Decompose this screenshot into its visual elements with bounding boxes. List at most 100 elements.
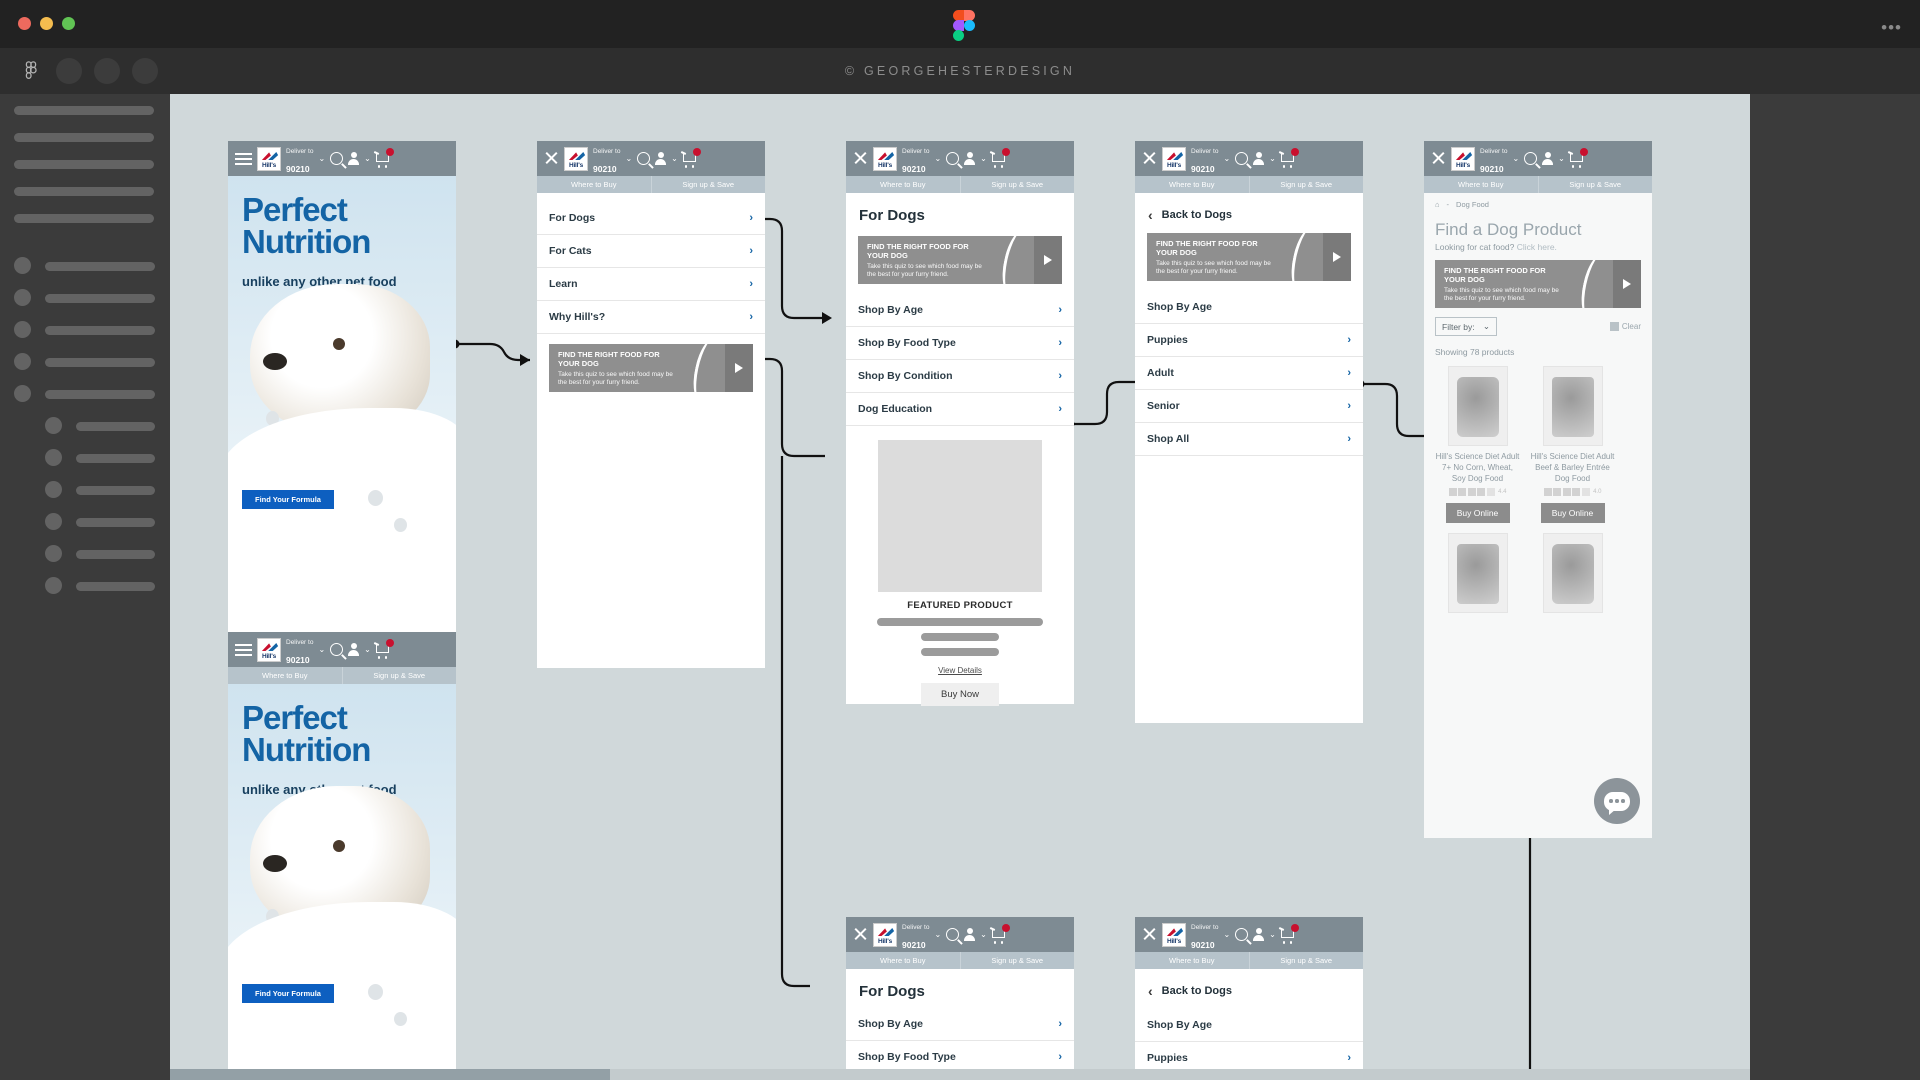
sign-up-save-tab[interactable]: Sign up & Save: [343, 667, 457, 684]
hills-logo[interactable]: Hill's: [1451, 146, 1475, 171]
clear-filters-button[interactable]: Clear: [1609, 322, 1641, 331]
deliver-to[interactable]: Deliver to 90210: [1191, 916, 1218, 953]
deliver-to[interactable]: Deliver to 90210: [286, 140, 313, 177]
menu-item-shop-by-food-type[interactable]: Shop By Food Type ›: [846, 327, 1074, 360]
frame-homepage[interactable]: Hill's Deliver to 90210 ⌄ ⌄ Perfect Nutri…: [228, 141, 456, 646]
layers-sidebar[interactable]: [0, 94, 170, 1080]
buy-online-button[interactable]: Buy Online: [1445, 503, 1510, 524]
product-card[interactable]: Hill's Science Diet Adult 7+ No Corn, Wh…: [1435, 366, 1520, 524]
menu-item-why-hills[interactable]: Why Hill's? ›: [537, 301, 765, 334]
cart-icon[interactable]: [373, 638, 394, 659]
figma-canvas[interactable]: Hill's Deliver to 90210 ⌄ ⌄ Perfect Nutri…: [170, 94, 1750, 1080]
close-icon[interactable]: [853, 151, 868, 166]
close-window-button[interactable]: [18, 17, 31, 30]
search-icon[interactable]: [330, 152, 344, 165]
frame-homepage-duplicate[interactable]: Hill's Deliver to 90210 ⌄ ⌄ Where to Buy…: [228, 632, 456, 1080]
where-to-buy-tab[interactable]: Where to Buy: [537, 176, 652, 193]
cart-icon[interactable]: [1567, 147, 1588, 168]
hamburger-icon[interactable]: [235, 152, 252, 165]
horizontal-scrollbar-thumb[interactable]: [170, 1069, 610, 1080]
where-to-buy-tab[interactable]: Where to Buy: [1424, 176, 1539, 193]
sub-navigation[interactable]: Where to Buy Sign up & Save: [846, 952, 1074, 969]
back-to-dogs-button[interactable]: ‹ Back to Dogs: [1135, 193, 1363, 233]
deliver-to[interactable]: Deliver to 90210: [593, 140, 620, 177]
menu-item-shop-all[interactable]: Shop All ›: [1135, 423, 1363, 456]
chevron-down-icon[interactable]: ⌄: [318, 645, 325, 654]
chevron-down-icon[interactable]: ⌄: [1223, 930, 1230, 939]
quiz-banner[interactable]: FIND THE RIGHT FOOD FOR YOUR DOG Take th…: [858, 236, 1062, 284]
sign-up-save-tab[interactable]: Sign up & Save: [961, 952, 1075, 969]
deliver-to[interactable]: Deliver to 90210: [902, 140, 929, 177]
sub-navigation[interactable]: Where to Buy Sign up & Save: [1424, 176, 1652, 193]
where-to-buy-tab[interactable]: Where to Buy: [846, 176, 961, 193]
menu-item-adult[interactable]: Adult ›: [1135, 357, 1363, 390]
search-icon[interactable]: [1524, 152, 1538, 165]
menu-item-for-cats[interactable]: For Cats ›: [537, 235, 765, 268]
deliver-to[interactable]: Deliver to 90210: [286, 631, 313, 668]
home-icon[interactable]: ⌂: [1435, 200, 1440, 209]
sub-navigation[interactable]: Where to Buy Sign up & Save: [846, 176, 1074, 193]
close-icon[interactable]: [1142, 927, 1157, 942]
click-here-link[interactable]: Click here.: [1517, 242, 1557, 252]
sub-navigation[interactable]: Where to Buy Sign up & Save: [1135, 952, 1363, 969]
window-controls[interactable]: [18, 17, 75, 30]
chevron-down-icon[interactable]: ⌄: [934, 930, 941, 939]
breadcrumb[interactable]: ⌂ - Dog Food: [1424, 193, 1652, 216]
chevron-down-icon[interactable]: ⌄: [625, 154, 632, 163]
sign-up-save-tab[interactable]: Sign up & Save: [652, 176, 766, 193]
menu-item-senior[interactable]: Senior ›: [1135, 390, 1363, 423]
cart-icon[interactable]: [989, 923, 1010, 944]
account-icon[interactable]: [1253, 152, 1265, 165]
close-icon[interactable]: [853, 927, 868, 942]
cart-icon[interactable]: [373, 147, 394, 168]
menu-item-learn[interactable]: Learn ›: [537, 268, 765, 301]
frame-for-dogs[interactable]: Hill's Deliver to 90210 ⌄ ⌄ Where to Buy…: [846, 140, 1074, 706]
frame-product-listing[interactable]: Hill's Deliver to 90210 ⌄ ⌄ Where to Buy…: [1424, 141, 1652, 838]
sign-up-save-tab[interactable]: Sign up & Save: [1539, 176, 1653, 193]
menu-item-puppies[interactable]: Puppies ›: [1135, 324, 1363, 357]
chevron-down-icon[interactable]: ⌄: [1269, 930, 1276, 939]
account-icon[interactable]: [348, 643, 360, 656]
hills-logo[interactable]: Hill's: [873, 922, 897, 947]
search-icon[interactable]: [1235, 152, 1249, 165]
hills-logo[interactable]: Hill's: [1162, 922, 1186, 947]
search-icon[interactable]: [946, 928, 960, 941]
chevron-down-icon[interactable]: ⌄: [364, 154, 371, 163]
search-icon[interactable]: [1235, 928, 1249, 941]
hills-logo[interactable]: Hill's: [873, 146, 897, 171]
close-icon[interactable]: [1431, 151, 1446, 166]
chevron-down-icon[interactable]: ⌄: [1223, 154, 1230, 163]
minimize-window-button[interactable]: [40, 17, 53, 30]
account-icon[interactable]: [964, 928, 976, 941]
chat-icon[interactable]: [1594, 778, 1640, 824]
search-icon[interactable]: [946, 152, 960, 165]
deliver-to[interactable]: Deliver to 90210: [1191, 140, 1218, 177]
menu-item-shop-by-age[interactable]: Shop By Age ›: [846, 294, 1074, 327]
find-your-formula-button[interactable]: Find Your Formula: [242, 984, 334, 1003]
hills-logo[interactable]: Hill's: [257, 637, 281, 662]
sub-navigation[interactable]: Where to Buy Sign up & Save: [1135, 176, 1363, 193]
hills-logo[interactable]: Hill's: [1162, 146, 1186, 171]
menu-item-for-dogs[interactable]: For Dogs ›: [537, 202, 765, 235]
breadcrumb-current[interactable]: Dog Food: [1456, 200, 1489, 209]
find-your-formula-button[interactable]: Find Your Formula: [242, 490, 334, 509]
back-to-dogs-button[interactable]: ‹ Back to Dogs: [1135, 969, 1363, 1009]
frame-for-dogs-lower[interactable]: Hill's Deliver to 90210 ⌄ ⌄ Where to Buy…: [846, 917, 1074, 1080]
sub-navigation[interactable]: Where to Buy Sign up & Save: [228, 667, 456, 684]
filter-by-dropdown[interactable]: Filter by: ⌄: [1435, 317, 1497, 336]
window-more-menu-button[interactable]: •••: [1881, 18, 1902, 38]
chevron-down-icon[interactable]: ⌄: [1558, 154, 1565, 163]
cart-icon[interactable]: [1278, 923, 1299, 944]
frame-shop-by-age-lower[interactable]: Hill's Deliver to 90210 ⌄ ⌄ Where to Buy…: [1135, 917, 1363, 1080]
chevron-down-icon[interactable]: ⌄: [1269, 154, 1276, 163]
horizontal-scrollbar-track[interactable]: [170, 1069, 1750, 1080]
deliver-to[interactable]: Deliver to 90210: [1480, 141, 1507, 177]
menu-item-dog-education[interactable]: Dog Education ›: [846, 393, 1074, 426]
quiz-banner[interactable]: FIND THE RIGHT FOOD FOR YOUR DOG Take th…: [549, 344, 753, 392]
menu-item-shop-by-age[interactable]: Shop By Age ›: [846, 1008, 1074, 1041]
frame-shop-by-age[interactable]: Hill's Deliver to 90210 ⌄ ⌄ Where to Buy…: [1135, 141, 1363, 723]
quiz-banner[interactable]: FIND THE RIGHT FOOD FOR YOUR DOG Take th…: [1435, 260, 1641, 308]
buy-online-button[interactable]: Buy Online: [1540, 503, 1605, 524]
account-icon[interactable]: [964, 152, 976, 165]
search-icon[interactable]: [637, 152, 651, 165]
